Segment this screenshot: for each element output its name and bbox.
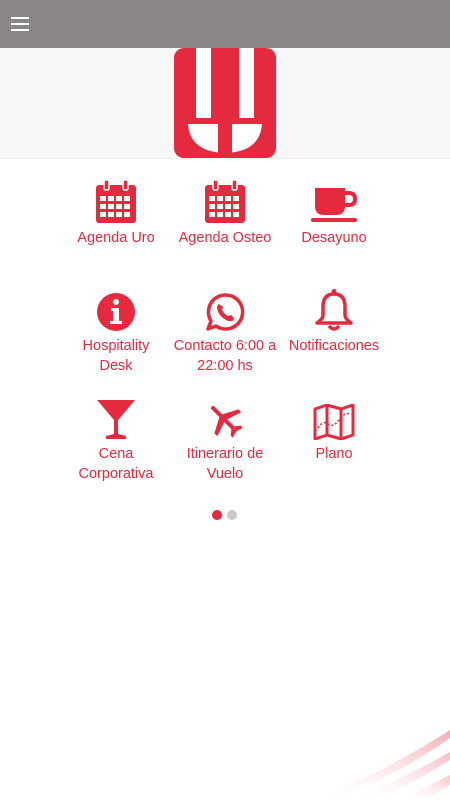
tile-label: Desayuno [301, 230, 367, 246]
tile-label: Agenda Uro [77, 230, 155, 246]
tile-label: Cena Corporativa [78, 446, 154, 482]
tile-desayuno[interactable]: Desayuno [274, 178, 394, 248]
map-icon [313, 404, 355, 440]
tile-label: Agenda Osteo [178, 230, 272, 246]
menu-button[interactable] [6, 10, 34, 38]
airplane-icon [210, 405, 243, 438]
page-indicator [212, 510, 237, 520]
tile-label: Contacto 6:00 a 22:00 hs [173, 338, 277, 374]
tile-contacto[interactable]: Contacto 6:00 a 22:00 hs [165, 286, 285, 376]
tile-itinerario-vuelo[interactable]: Itinerario de Vuelo [165, 394, 285, 484]
bell-icon [315, 289, 353, 331]
top-app-bar [0, 0, 450, 48]
info-icon [97, 293, 135, 331]
tile-agenda-uro[interactable]: Agenda Uro [56, 178, 176, 248]
brand-logo [174, 48, 276, 158]
tile-hospitality-desk[interactable]: Hospitality Desk [56, 286, 176, 376]
hamburger-menu-icon [11, 17, 29, 31]
tile-label: Hospitality Desk [82, 338, 150, 374]
page-dot[interactable] [227, 510, 237, 520]
tile-cena-corporativa[interactable]: Cena Corporativa [56, 394, 176, 484]
header-banner [0, 48, 450, 159]
whatsapp-icon [206, 293, 245, 331]
tile-label: Plano [315, 446, 353, 462]
coffee-cup-icon [311, 188, 357, 222]
calendar-icon [205, 180, 245, 223]
cocktail-glass-icon [97, 400, 135, 439]
tile-plano[interactable]: Plano [274, 394, 394, 464]
tile-label: Itinerario de Vuelo [186, 446, 264, 482]
tile-agenda-osteo[interactable]: Agenda Osteo [165, 178, 285, 248]
tile-notificaciones[interactable]: Notificaciones [274, 286, 394, 356]
page-dot-active[interactable] [212, 510, 222, 520]
decorative-swoosh [310, 730, 450, 800]
calendar-icon [96, 180, 136, 223]
tile-label: Notificaciones [288, 338, 380, 354]
